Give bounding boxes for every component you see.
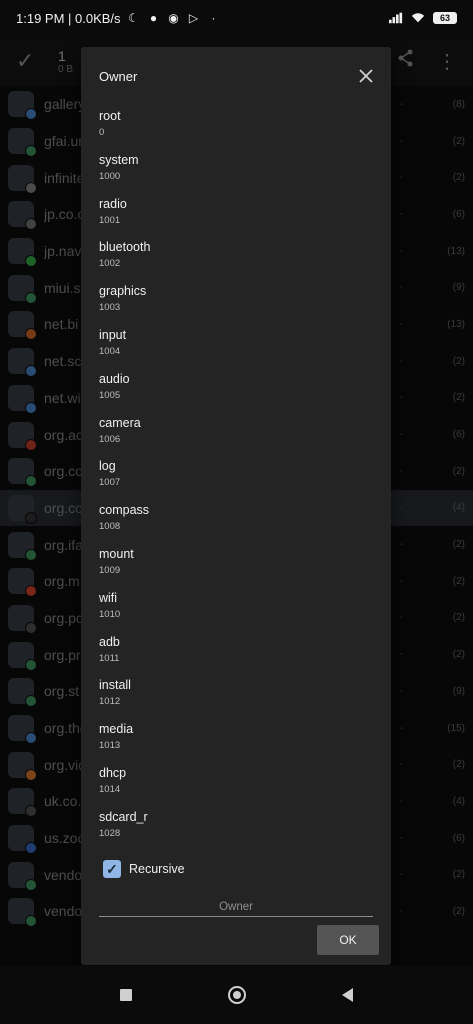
owner-option-audio[interactable]: audio 1005 bbox=[99, 368, 369, 412]
dot-icon: · bbox=[211, 11, 216, 25]
owner-id: 1007 bbox=[99, 477, 121, 489]
owner-list: root 0 system 1000 radio 1001 bluetooth 1002 gra… bbox=[99, 105, 369, 850]
owner-id: 1013 bbox=[99, 740, 121, 752]
owner-name: radio bbox=[99, 196, 127, 211]
signal-icon bbox=[389, 11, 403, 25]
owner-id: 1014 bbox=[99, 783, 121, 795]
owner-dialog: Owner root 0 system 1000 radio 1001 bluetooth 1… bbox=[81, 47, 391, 965]
checkbox-checked-icon: ✓ bbox=[103, 860, 121, 878]
status-time-speed: 1:19 PM | 0.0KB/s bbox=[16, 10, 121, 26]
owner-name: adb bbox=[99, 634, 120, 649]
play-icon: ▷ bbox=[188, 11, 199, 25]
owner-id: 0 bbox=[99, 127, 105, 138]
owner-input[interactable] bbox=[99, 898, 373, 916]
owner-id: 1011 bbox=[99, 652, 120, 664]
owner-option-sdcard_r[interactable]: sdcard_r 1028 bbox=[99, 806, 369, 850]
home-icon[interactable] bbox=[228, 986, 246, 1004]
owner-id: 1010 bbox=[99, 608, 121, 620]
owner-id: 1004 bbox=[99, 345, 121, 357]
ok-button[interactable]: OK bbox=[317, 925, 379, 955]
owner-id: 1005 bbox=[99, 389, 121, 401]
owner-option-camera[interactable]: camera 1006 bbox=[99, 412, 369, 456]
close-icon[interactable] bbox=[355, 65, 377, 87]
owner-option-system[interactable]: system 1000 bbox=[99, 149, 369, 193]
owner-option-bluetooth[interactable]: bluetooth 1002 bbox=[99, 236, 369, 280]
dialog-title: Owner bbox=[99, 69, 138, 84]
owner-option-radio[interactable]: radio 1001 bbox=[99, 193, 369, 237]
owner-id: 1001 bbox=[99, 214, 121, 226]
owner-option-compass[interactable]: compass 1008 bbox=[99, 499, 369, 543]
owner-name: media bbox=[99, 722, 134, 737]
owner-id: 1008 bbox=[99, 521, 121, 533]
status-bar: 1:19 PM | 0.0KB/s ☾ ● ◉ ▷ · 63 bbox=[0, 0, 473, 36]
owner-id: 1028 bbox=[99, 827, 121, 839]
owner-name: input bbox=[99, 327, 127, 342]
owner-option-mount[interactable]: mount 1009 bbox=[99, 543, 369, 587]
wifi-icon bbox=[411, 11, 425, 25]
owner-name: bluetooth bbox=[99, 240, 151, 255]
owner-name: compass bbox=[99, 503, 150, 518]
owner-name: audio bbox=[99, 371, 130, 386]
owner-name: sdcard_r bbox=[99, 809, 148, 824]
owner-name: dhcp bbox=[99, 765, 127, 780]
owner-option-log[interactable]: log 1007 bbox=[99, 455, 369, 499]
owner-option-input[interactable]: input 1004 bbox=[99, 324, 369, 368]
chat-icon: ◉ bbox=[168, 11, 179, 25]
owner-id: 1003 bbox=[99, 302, 121, 314]
moon-icon: ☾ bbox=[128, 11, 139, 25]
battery-icon: 63 bbox=[433, 12, 457, 24]
owner-name: wifi bbox=[99, 590, 118, 605]
owner-id: 1009 bbox=[99, 564, 121, 576]
owner-option-wifi[interactable]: wifi 1010 bbox=[99, 587, 369, 631]
recursive-label: Recursive bbox=[129, 862, 185, 876]
navigation-bar bbox=[0, 966, 473, 1024]
owner-option-dhcp[interactable]: dhcp 1014 bbox=[99, 762, 369, 806]
owner-name: install bbox=[99, 678, 131, 693]
recursive-checkbox[interactable]: ✓ Recursive bbox=[103, 860, 185, 878]
owner-name: mount bbox=[99, 546, 134, 561]
owner-name: camera bbox=[99, 415, 141, 430]
owner-name: root bbox=[99, 109, 121, 123]
owner-id: 1002 bbox=[99, 258, 121, 270]
recents-icon[interactable] bbox=[120, 989, 132, 1001]
owner-option-graphics[interactable]: graphics 1003 bbox=[99, 280, 369, 324]
owner-option-adb[interactable]: adb 1011 bbox=[99, 631, 369, 675]
owner-name: system bbox=[99, 152, 139, 167]
owner-option-root[interactable]: root 0 bbox=[99, 105, 369, 149]
owner-option-media[interactable]: media 1013 bbox=[99, 718, 369, 762]
owner-name: log bbox=[99, 459, 116, 474]
owner-id: 1000 bbox=[99, 170, 121, 182]
owner-id: 1006 bbox=[99, 433, 121, 445]
owner-option-install[interactable]: install 1012 bbox=[99, 674, 369, 718]
back-icon[interactable] bbox=[342, 988, 353, 1002]
owner-name: graphics bbox=[99, 284, 147, 299]
owner-input-field[interactable] bbox=[99, 897, 373, 917]
circle-icon: ● bbox=[149, 11, 158, 25]
owner-id: 1012 bbox=[99, 696, 121, 708]
